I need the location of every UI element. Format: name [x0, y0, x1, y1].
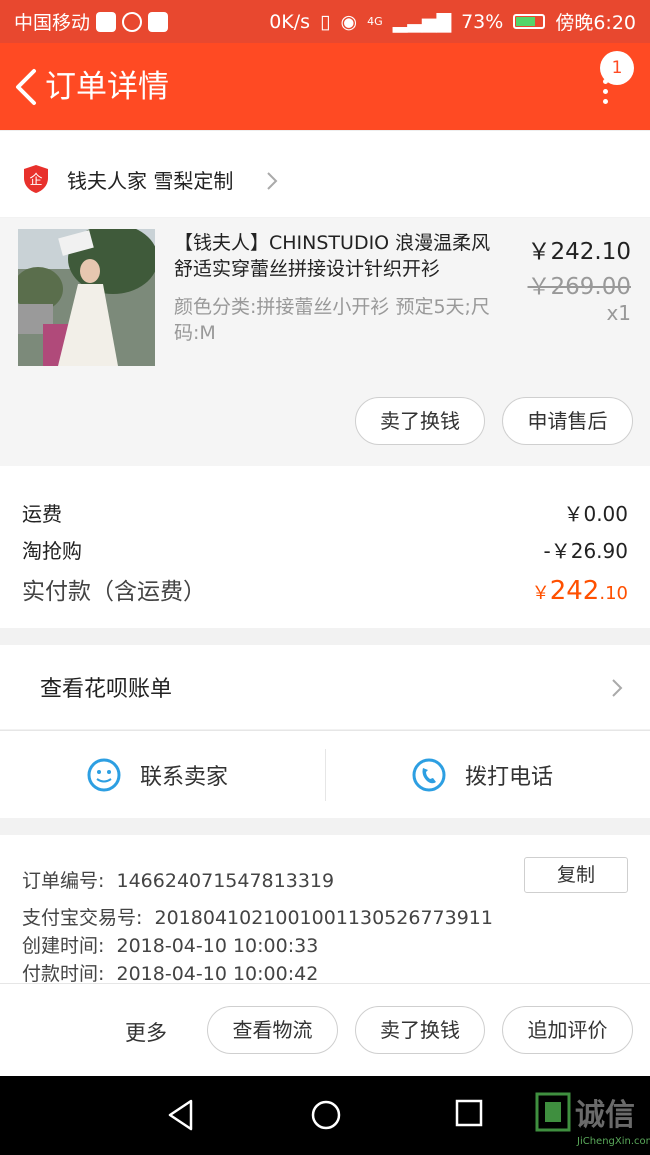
more-button[interactable]: 更多 — [125, 1017, 167, 1047]
menu-dot — [603, 89, 608, 94]
created-time: 2018-04-10 10:00:33 — [116, 935, 319, 957]
chevron-right-icon — [267, 172, 278, 190]
page-title: 订单详情 — [45, 69, 169, 105]
clock: 傍晚6:20 — [555, 12, 636, 34]
total-label: 实付款（含运费） — [22, 579, 206, 605]
app-notification-icon — [148, 11, 169, 32]
svg-text:企: 企 — [29, 172, 42, 188]
created-label: 创建时间: — [22, 935, 105, 957]
app-notification-icon — [96, 11, 117, 32]
total-integer: 242 — [549, 576, 600, 606]
apply-aftersale-button[interactable]: 申请售后 — [502, 397, 633, 445]
watermark-emblem-icon — [535, 1092, 571, 1132]
contact-bar: 联系卖家 拨打电话 — [0, 730, 650, 818]
total-decimal: .10 — [599, 583, 628, 604]
network-type: 4G — [367, 15, 383, 28]
total-row: 实付款（含运费） ￥242.10 — [22, 572, 628, 606]
total-currency: ￥ — [531, 583, 550, 604]
watermark-subtext: JiChengXin.com — [577, 1136, 650, 1147]
carrier-label: 中国移动 — [14, 12, 91, 34]
nav-recents-icon[interactable] — [454, 1098, 484, 1128]
app-notification-icon — [122, 11, 143, 32]
call-phone-button[interactable]: 拨打电话 — [411, 731, 553, 818]
eye-icon: ◉ — [340, 10, 358, 33]
watermark-text: 诚信 — [575, 1098, 635, 1133]
notification-badge: 1 — [600, 51, 634, 85]
paid-time: 2018-04-10 10:00:42 — [116, 963, 319, 985]
huabei-label: 查看花呗账单 — [40, 677, 173, 702]
order-number-label: 订单编号: — [22, 870, 105, 892]
huabei-bill-row[interactable]: 查看花呗账单 — [0, 645, 650, 729]
chat-face-icon — [87, 758, 121, 791]
payment-summary: 运费 ￥0.00 淘抢购 -￥26.90 实付款（含运费） ￥242.10 — [0, 466, 650, 628]
app-header: 订单详情 1 — [0, 43, 650, 130]
contact-seller-button[interactable]: 联系卖家 — [86, 731, 228, 818]
chevron-right-icon — [612, 679, 623, 697]
order-info: 订单编号: 146624071547813319 复制 支付宝交易号: 2018… — [0, 835, 650, 986]
phone-icon — [412, 758, 446, 791]
add-review-button[interactable]: 追加评价 — [502, 1006, 633, 1054]
shop-name: 钱夫人家 雪梨定制 — [67, 169, 234, 193]
product-image[interactable] — [18, 229, 155, 366]
alipay-label: 支付宝交易号: — [22, 907, 143, 929]
order-number: 146624071547813319 — [116, 870, 335, 892]
nav-home-icon[interactable] — [309, 1098, 343, 1132]
contact-seller-label: 联系卖家 — [140, 764, 229, 790]
menu-dot — [603, 99, 608, 104]
alipay-row: 支付宝交易号: 2018041021001001130526773911 — [22, 903, 493, 930]
total-value: ￥242.10 — [532, 576, 628, 606]
product-card: 【钱夫人】CHINSTUDIO 浪漫温柔风 舒适实穿蕾丝拼接设计针织开衫 颜色分… — [0, 218, 650, 466]
paid-label: 付款时间: — [22, 963, 105, 985]
product-sku: 颜色分类:拼接蕾丝小开衫 预定5天;尺码:M — [174, 296, 490, 344]
discount-row: 淘抢购 -￥26.90 — [22, 535, 628, 564]
shop-row[interactable]: 企 钱夫人家 雪梨定制 — [0, 130, 650, 217]
shipping-label: 运费 — [22, 502, 62, 526]
watermark-logo: 诚信 JiChengXin.com — [533, 1086, 650, 1155]
bottom-action-bar: 更多 查看物流 卖了换钱 追加评价 — [0, 983, 650, 1077]
status-bar: 中国移动 0K/s ▯ ◉ 4G ▂▃▅▇ 73% 傍晚6:20 — [0, 0, 650, 43]
divider — [325, 749, 326, 801]
product-original-price: ￥269.00 — [527, 274, 631, 300]
enterprise-shield-icon: 企 — [24, 165, 48, 193]
product-title[interactable]: 【钱夫人】CHINSTUDIO 浪漫温柔风 舒适实穿蕾丝拼接设计针织开衫 — [174, 230, 514, 282]
signal-icon: ▂▃▅▇ — [392, 10, 452, 33]
discount-value: -￥26.90 — [543, 539, 628, 563]
call-phone-label: 拨打电话 — [465, 764, 554, 790]
paid-row: 付款时间: 2018-04-10 10:00:42 — [22, 959, 318, 986]
created-row: 创建时间: 2018-04-10 10:00:33 — [22, 931, 318, 958]
sell-for-cash-button[interactable]: 卖了换钱 — [355, 397, 485, 445]
shipping-row: 运费 ￥0.00 — [22, 498, 628, 527]
nav-back-icon[interactable] — [165, 1098, 197, 1132]
vibrate-icon: ▯ — [320, 10, 331, 33]
alipay-number: 2018041021001001130526773911 — [154, 907, 493, 929]
product-price: ￥242.10 — [527, 239, 631, 265]
sell-for-cash-button[interactable]: 卖了换钱 — [355, 1006, 485, 1054]
view-logistics-button[interactable]: 查看物流 — [207, 1006, 338, 1054]
order-number-row: 订单编号: 146624071547813319 — [22, 866, 334, 893]
network-speed: 0K/s — [269, 10, 311, 33]
back-arrow-icon[interactable] — [10, 67, 44, 107]
shipping-value: ￥0.00 — [563, 502, 628, 526]
discount-label: 淘抢购 — [22, 539, 82, 563]
copy-button[interactable]: 复制 — [524, 857, 628, 893]
battery-icon — [513, 14, 546, 29]
product-quantity: x1 — [606, 301, 631, 325]
battery-percent: 73% — [461, 10, 504, 33]
